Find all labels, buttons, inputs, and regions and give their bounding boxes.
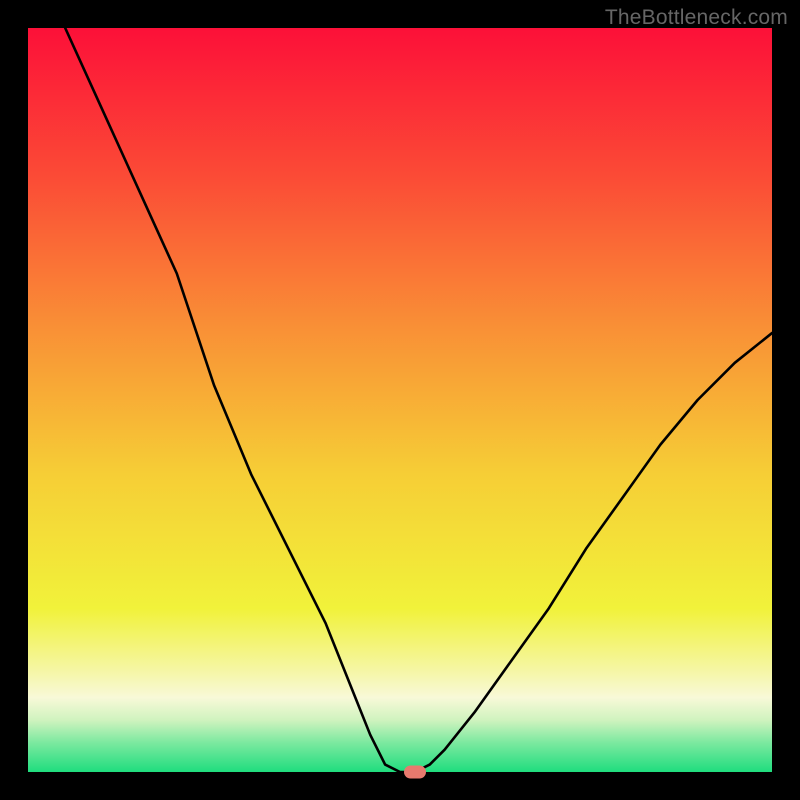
chart-svg [28,28,772,772]
chart-frame: TheBottleneck.com [0,0,800,800]
plot-area [28,28,772,772]
gradient-background [28,28,772,772]
optimal-marker [404,766,426,779]
watermark-text: TheBottleneck.com [605,6,788,30]
